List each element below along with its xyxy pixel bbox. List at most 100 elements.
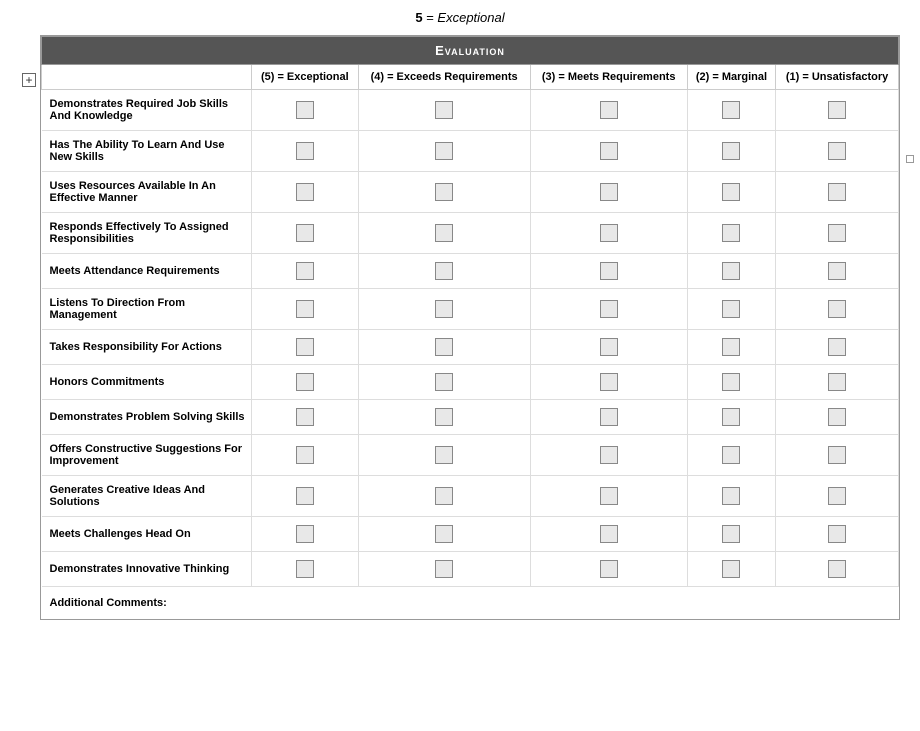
checkbox[interactable]: [828, 101, 846, 119]
checkbox[interactable]: [435, 487, 453, 505]
checkbox-cell: [776, 330, 899, 365]
checkbox[interactable]: [722, 224, 740, 242]
checkbox[interactable]: [828, 183, 846, 201]
checkbox[interactable]: [722, 262, 740, 280]
checkbox[interactable]: [435, 525, 453, 543]
checkbox[interactable]: [435, 142, 453, 160]
checkbox[interactable]: [435, 408, 453, 426]
checkbox[interactable]: [828, 525, 846, 543]
column-headers: (5) = Exceptional (4) = Exceeds Requirem…: [42, 65, 899, 90]
checkbox-cell: [687, 517, 775, 552]
checkbox[interactable]: [296, 446, 314, 464]
checkbox[interactable]: [828, 446, 846, 464]
col-header-1: (1) = Unsatisfactory: [776, 65, 899, 90]
checkbox[interactable]: [600, 300, 618, 318]
checkbox-cell: [776, 90, 899, 131]
checkbox-cell: [252, 400, 359, 435]
checkbox[interactable]: [600, 560, 618, 578]
checkbox[interactable]: [435, 373, 453, 391]
checkbox[interactable]: [296, 101, 314, 119]
checkbox[interactable]: [722, 408, 740, 426]
checkbox[interactable]: [296, 408, 314, 426]
checkbox[interactable]: [722, 101, 740, 119]
checkbox-cell: [252, 476, 359, 517]
checkbox[interactable]: [296, 300, 314, 318]
checkbox[interactable]: [722, 300, 740, 318]
checkbox[interactable]: [600, 408, 618, 426]
checkbox[interactable]: [296, 338, 314, 356]
table-row: Demonstrates Problem Solving Skills: [42, 400, 899, 435]
checkbox[interactable]: [435, 224, 453, 242]
checkbox-cell: [530, 254, 687, 289]
checkbox[interactable]: [296, 525, 314, 543]
checkbox-cell: [530, 476, 687, 517]
checkbox[interactable]: [828, 224, 846, 242]
table-section-header: Evaluation: [42, 37, 899, 65]
checkbox-cell: [358, 131, 530, 172]
resize-handle[interactable]: [906, 155, 914, 163]
checkbox[interactable]: [435, 183, 453, 201]
checkbox[interactable]: [828, 487, 846, 505]
checkbox-cell: [530, 517, 687, 552]
checkbox-cell: [687, 90, 775, 131]
checkbox[interactable]: [600, 224, 618, 242]
checkbox[interactable]: [296, 224, 314, 242]
row-label-7: Takes Responsibility For Actions: [42, 330, 252, 365]
checkbox[interactable]: [435, 446, 453, 464]
checkbox-cell: [358, 400, 530, 435]
checkbox[interactable]: [435, 560, 453, 578]
checkbox-cell: [776, 365, 899, 400]
checkbox[interactable]: [828, 300, 846, 318]
checkbox[interactable]: [600, 525, 618, 543]
row-label-5: Meets Attendance Requirements: [42, 254, 252, 289]
checkbox[interactable]: [435, 338, 453, 356]
checkbox[interactable]: [722, 525, 740, 543]
checkbox[interactable]: [722, 338, 740, 356]
checkbox[interactable]: [722, 560, 740, 578]
table-row: Listens To Direction From Management: [42, 289, 899, 330]
checkbox[interactable]: [722, 142, 740, 160]
checkbox[interactable]: [296, 487, 314, 505]
col-header-criteria: [42, 65, 252, 90]
checkbox[interactable]: [722, 373, 740, 391]
checkbox-cell: [687, 552, 775, 587]
checkbox[interactable]: [600, 142, 618, 160]
checkbox-cell: [776, 213, 899, 254]
checkbox[interactable]: [600, 373, 618, 391]
table-row: Responds Effectively To Assigned Respons…: [42, 213, 899, 254]
rating-label: 5 = Exceptional: [20, 10, 900, 25]
checkbox[interactable]: [435, 101, 453, 119]
row-label-8: Honors Commitments: [42, 365, 252, 400]
checkbox[interactable]: [296, 142, 314, 160]
checkbox[interactable]: [600, 487, 618, 505]
col-header-5: (5) = Exceptional: [252, 65, 359, 90]
checkbox[interactable]: [828, 408, 846, 426]
checkbox-cell: [776, 552, 899, 587]
checkbox[interactable]: [600, 183, 618, 201]
checkbox-cell: [530, 435, 687, 476]
checkbox[interactable]: [828, 262, 846, 280]
checkbox-cell: [358, 172, 530, 213]
checkbox[interactable]: [828, 142, 846, 160]
checkbox[interactable]: [722, 183, 740, 201]
checkbox-cell: [687, 330, 775, 365]
checkbox-cell: [252, 330, 359, 365]
checkbox[interactable]: [296, 373, 314, 391]
checkbox[interactable]: [435, 300, 453, 318]
checkbox[interactable]: [600, 262, 618, 280]
expand-icon[interactable]: +: [22, 73, 36, 87]
checkbox-cell: [776, 476, 899, 517]
checkbox[interactable]: [722, 446, 740, 464]
checkbox[interactable]: [828, 560, 846, 578]
checkbox[interactable]: [600, 338, 618, 356]
checkbox[interactable]: [296, 262, 314, 280]
checkbox[interactable]: [828, 373, 846, 391]
checkbox[interactable]: [722, 487, 740, 505]
checkbox[interactable]: [435, 262, 453, 280]
checkbox-cell: [687, 476, 775, 517]
checkbox[interactable]: [828, 338, 846, 356]
checkbox[interactable]: [296, 183, 314, 201]
checkbox[interactable]: [600, 101, 618, 119]
checkbox[interactable]: [600, 446, 618, 464]
checkbox[interactable]: [296, 560, 314, 578]
